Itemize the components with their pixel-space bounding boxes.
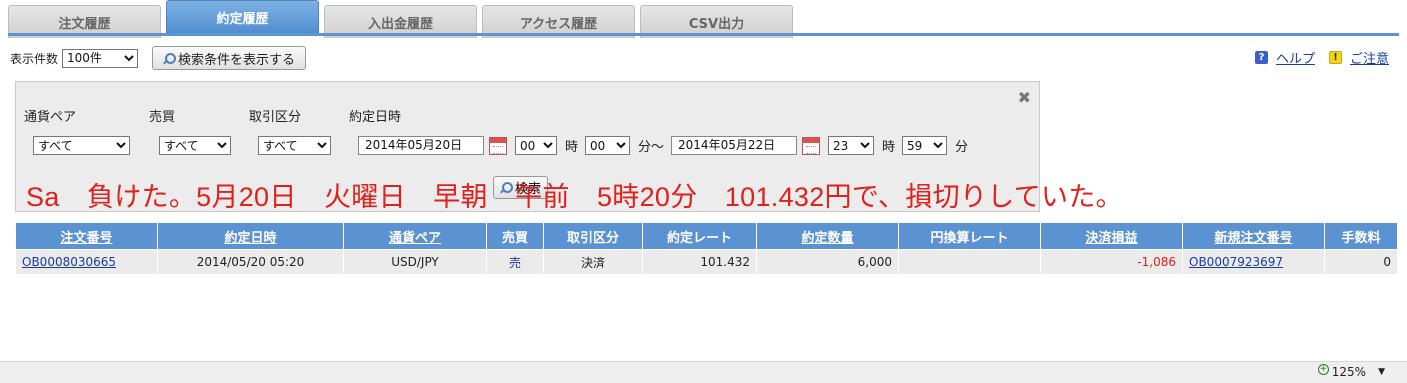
from-date-input[interactable]: 2014年05月20日 bbox=[358, 136, 484, 155]
type-select[interactable]: すべて bbox=[258, 136, 331, 155]
calendar-icon[interactable] bbox=[489, 136, 507, 155]
datetime-filter-label: 約定日時 bbox=[349, 110, 402, 125]
display-count-select[interactable]: 100件 bbox=[62, 48, 139, 68]
caution-icon: ! bbox=[1328, 51, 1342, 64]
type-cell: 決済 bbox=[543, 249, 643, 275]
show-search-conditions-button[interactable]: 検索条件を表示する bbox=[152, 46, 307, 70]
status-bar: 125% ▼ bbox=[0, 361, 1407, 383]
col-new-order-no[interactable]: 新規注文番号 bbox=[1182, 222, 1325, 250]
order-no-link[interactable]: OB0008030665 bbox=[22, 255, 116, 269]
to-date-input[interactable]: 2014年05月22日 bbox=[671, 136, 798, 155]
side-select[interactable]: すべて bbox=[159, 136, 231, 155]
execution-history-table: 注文番号 約定日時 通貨ペア 売買 取引区分 約定レート 約定数量 円換算レート… bbox=[15, 222, 1398, 275]
col-qty[interactable]: 約定数量 bbox=[756, 222, 899, 250]
col-yen-rate: 円換算レート bbox=[898, 222, 1041, 250]
help-links: ? ヘルプ ! ご注意 bbox=[1254, 48, 1389, 67]
side-filter-label: 売買 bbox=[149, 110, 176, 125]
show-search-conditions-label: 検索条件を表示する bbox=[178, 52, 296, 68]
to-minute-select[interactable]: 59 bbox=[902, 136, 948, 155]
minute-unit: 分 bbox=[955, 140, 969, 155]
zoom-control[interactable]: 125% ▼ bbox=[1317, 363, 1385, 379]
zoom-icon bbox=[1317, 363, 1329, 378]
zoom-level: 125% bbox=[1331, 365, 1367, 379]
qty-cell: 6,000 bbox=[756, 249, 899, 275]
search-icon bbox=[163, 52, 177, 64]
filter-row: すべて すべて すべて 2014年05月20日 00 時 00 分～ 2014年… bbox=[33, 136, 975, 155]
col-fee: 手数料 bbox=[1324, 222, 1398, 250]
tab-execution-history[interactable]: 約定履歴 bbox=[166, 0, 319, 34]
yen-rate-cell bbox=[898, 249, 1041, 275]
pair-cell: USD/JPY bbox=[343, 249, 487, 275]
col-rate: 約定レート bbox=[642, 222, 757, 250]
hour-unit: 時 bbox=[565, 140, 579, 155]
table-row: OB0008030665 2014/05/20 05:20 USD/JPY 売 … bbox=[15, 249, 1398, 275]
hour-unit: 時 bbox=[882, 140, 896, 155]
pair-select[interactable]: すべて bbox=[33, 136, 130, 155]
caution-link[interactable]: ご注意 bbox=[1350, 48, 1389, 67]
table-header-row: 注文番号 約定日時 通貨ペア 売買 取引区分 約定レート 約定数量 円換算レート… bbox=[15, 222, 1398, 250]
from-minute-select[interactable]: 00 bbox=[585, 136, 631, 155]
close-icon[interactable]: ✖ bbox=[1018, 88, 1031, 107]
col-exec-datetime[interactable]: 約定日時 bbox=[157, 222, 344, 250]
help-icon: ? bbox=[1254, 51, 1268, 64]
to-hour-select[interactable]: 23 bbox=[828, 136, 875, 155]
rate-cell: 101.432 bbox=[642, 249, 757, 275]
side-cell: 売 bbox=[486, 249, 544, 275]
pair-filter-label: 通貨ペア bbox=[24, 110, 77, 125]
pnl-cell: -1,086 bbox=[1040, 249, 1183, 275]
col-type: 取引区分 bbox=[543, 222, 643, 250]
tab-underline bbox=[8, 33, 1399, 36]
col-pnl[interactable]: 決済損益 bbox=[1040, 222, 1183, 250]
annotation-text: Sa 負けた。5月20日 火曜日 早朝 午前 5時20分 101.432円で、損… bbox=[26, 182, 1123, 212]
calendar-icon[interactable] bbox=[802, 136, 821, 155]
display-count-label: 表示件数 bbox=[10, 51, 59, 66]
fee-cell: 0 bbox=[1324, 249, 1398, 275]
type-filter-label: 取引区分 bbox=[249, 110, 302, 125]
col-pair[interactable]: 通貨ペア bbox=[343, 222, 487, 250]
new-order-no-link[interactable]: OB0007923697 bbox=[1189, 255, 1283, 269]
minute-range-separator: 分～ bbox=[638, 140, 665, 155]
tab-bar: 注文履歴 約定履歴 入出金履歴 アクセス履歴 CSV出力 bbox=[8, 0, 798, 38]
help-link[interactable]: ヘルプ bbox=[1276, 48, 1315, 67]
from-hour-select[interactable]: 00 bbox=[515, 136, 557, 155]
col-order-no[interactable]: 注文番号 bbox=[15, 222, 158, 250]
chevron-down-icon[interactable]: ▼ bbox=[1378, 367, 1385, 377]
exec-datetime-cell: 2014/05/20 05:20 bbox=[157, 249, 344, 275]
toolbar: 表示件数 100件 検索条件を表示する bbox=[10, 45, 307, 71]
col-side: 売買 bbox=[486, 222, 544, 250]
